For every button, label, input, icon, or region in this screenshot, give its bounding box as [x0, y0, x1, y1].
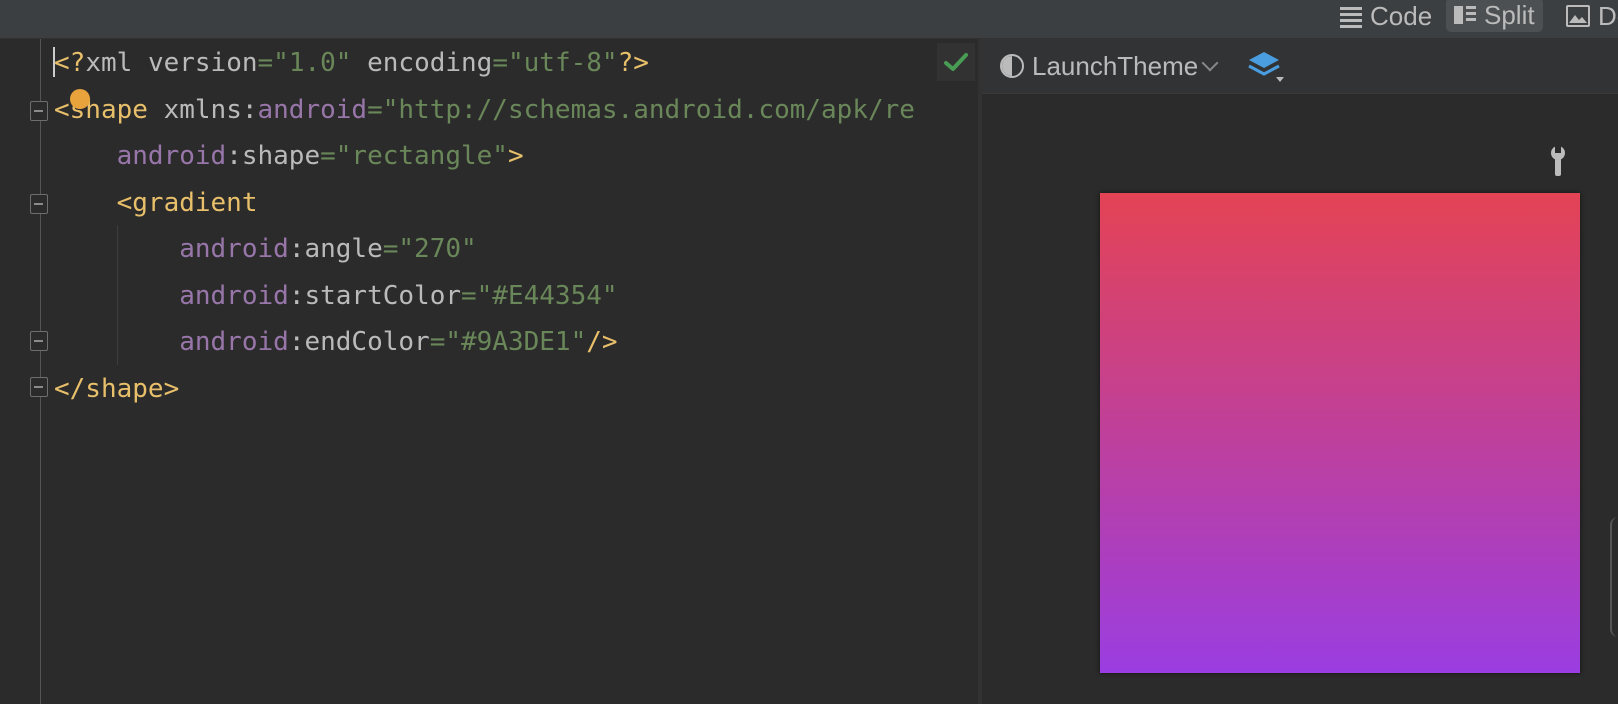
code-view-label: Code [1370, 0, 1433, 31]
drawable-preview-pane: LaunchTheme [982, 39, 1618, 704]
list-lines-icon [1340, 6, 1362, 28]
code-token: /> [586, 327, 618, 357]
code-token: = [320, 141, 336, 171]
code-editor[interactable]: <?xml version="1.0" encoding="utf-8"?> <s… [0, 39, 978, 704]
code-token: xml [85, 48, 148, 78]
code-token: encoding [351, 48, 493, 78]
code-token: ?> [617, 48, 649, 78]
chevron-down-icon [1201, 54, 1219, 72]
code-line: android:startColor="#E44354" [54, 274, 618, 318]
split-view-label: Split [1484, 0, 1535, 30]
code-token: "270" [398, 234, 477, 264]
check-icon [944, 53, 968, 71]
code-token: = [461, 280, 477, 311]
code-token: "1.0" [273, 48, 352, 78]
code-line: android:endColor="#9A3DE1"/> [54, 320, 618, 364]
code-line: android:shape="rectangle"> [54, 134, 524, 178]
theme-contrast-icon [1000, 54, 1024, 78]
code-token: "#E44354" [476, 280, 618, 311]
gutter-separator [40, 39, 41, 704]
code-token: :endColor [288, 327, 430, 357]
code-token: = [367, 94, 383, 125]
code-token: android [54, 141, 227, 171]
theme-label: LaunchTheme [1032, 50, 1199, 81]
inspection-status[interactable] [937, 43, 975, 81]
code-token: </shape> [54, 373, 180, 404]
split-view-button[interactable]: Split [1446, 0, 1543, 32]
design-view-label: De [1598, 0, 1618, 31]
code-token: > [507, 141, 524, 171]
code-token: "rectangle" [335, 141, 508, 171]
text-caret [53, 47, 55, 77]
wrench-icon[interactable] [1546, 145, 1570, 177]
code-view-button[interactable]: Code [1340, 0, 1432, 32]
code-token: version [147, 48, 258, 78]
code-token: android [54, 234, 289, 264]
design-view-button[interactable]: De [1566, 0, 1618, 32]
code-line: </shape> [54, 367, 179, 411]
code-token: = [382, 234, 399, 264]
scrollbar-hint[interactable] [1610, 517, 1618, 637]
code-token: android [257, 94, 368, 125]
code-token: = [429, 327, 446, 357]
code-token: :startColor [288, 280, 461, 311]
editor-view-toolbar: Code Split De [0, 0, 1618, 39]
code-token: = [492, 48, 508, 78]
code-token: "#9A3DE1" [445, 327, 587, 357]
code-token: :angle [288, 234, 383, 264]
fold-toggle-shape[interactable] [30, 101, 48, 121]
image-icon [1566, 5, 1590, 27]
code-token: android [54, 327, 289, 357]
layers-icon[interactable] [1246, 49, 1286, 85]
preview-toolbar: LaunchTheme [982, 39, 1618, 94]
code-token: android [54, 280, 289, 311]
code-token: <? [54, 48, 86, 78]
code-line: <gradient [54, 181, 258, 225]
code-line: <?xml version="1.0" encoding="utf-8"?> [54, 41, 649, 85]
code-token: <gradient [54, 187, 258, 218]
code-token: = [257, 48, 274, 78]
code-token: xmlns: [163, 94, 258, 125]
code-token: :shape [226, 141, 321, 171]
code-token: "http://schemas.android.com/apk/re [382, 94, 915, 125]
intention-bulb-icon[interactable] [70, 89, 90, 109]
gradient-preview [1100, 193, 1580, 673]
fold-toggle-gradient-end[interactable] [30, 331, 48, 351]
theme-dropdown[interactable]: LaunchTheme [1000, 49, 1219, 83]
code-line: android:angle="270" [54, 227, 477, 271]
code-token: "utf-8" [508, 48, 618, 78]
fold-toggle-gradient[interactable] [30, 194, 48, 214]
split-view-icon [1454, 4, 1476, 26]
fold-toggle-shape-end[interactable] [30, 377, 48, 397]
code-line: <shape xmlns:android="http://schemas.and… [54, 88, 915, 132]
